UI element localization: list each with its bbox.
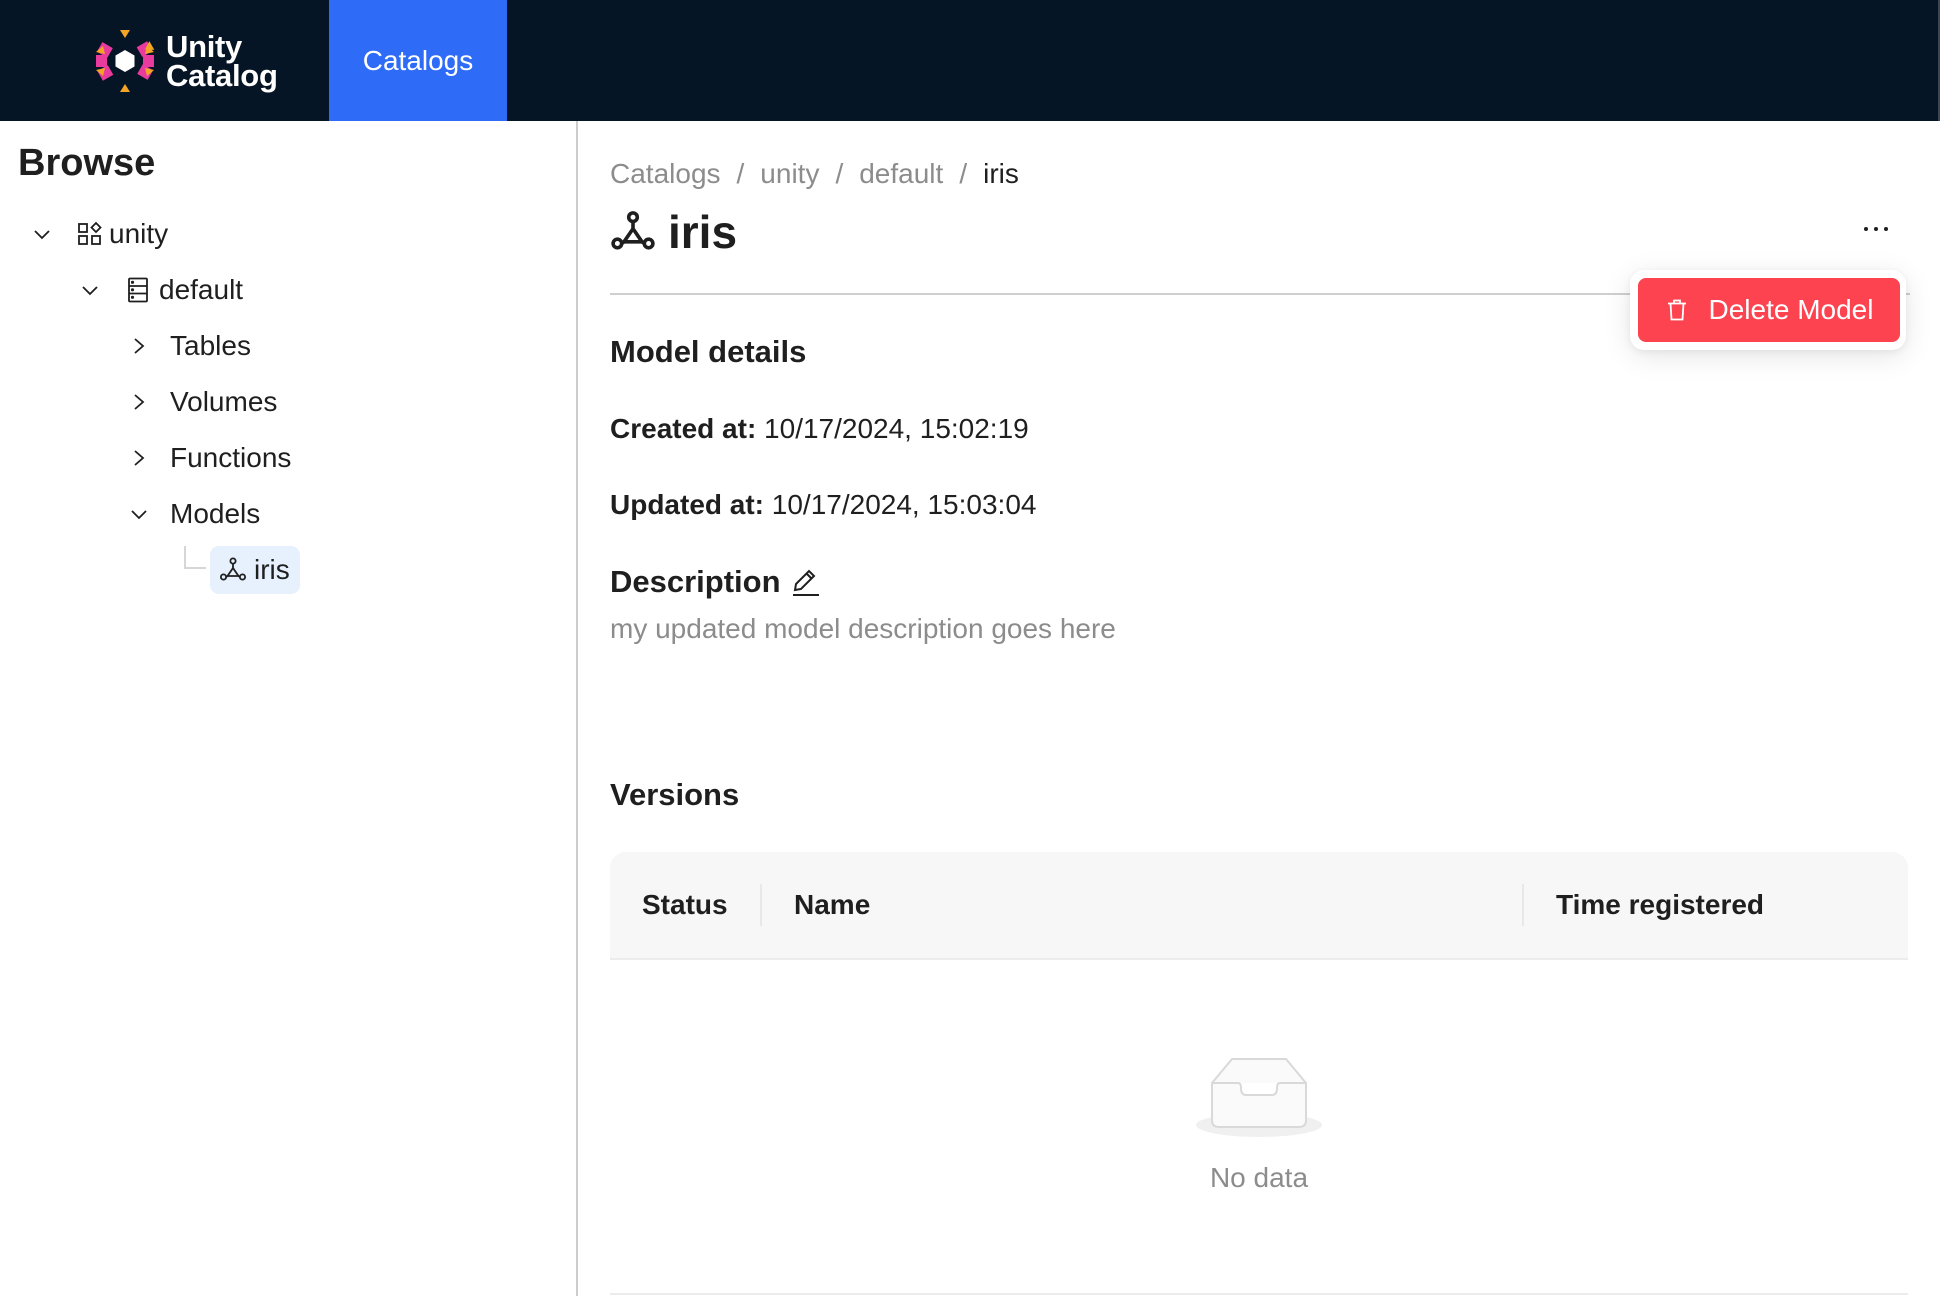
more-options-menu: Delete Model <box>1630 270 1906 350</box>
column-separator <box>760 884 762 926</box>
versions-heading: Versions <box>610 777 740 812</box>
chevron-right-icon[interactable] <box>128 335 150 357</box>
trash-icon <box>1667 299 1686 321</box>
ellipsis-dot <box>1874 227 1878 231</box>
tree-item-label: Volumes <box>170 386 278 417</box>
tree-item-label: unity <box>109 218 169 249</box>
breadcrumb-separator: / <box>736 158 745 189</box>
column-header-status[interactable]: Status <box>642 852 728 958</box>
ellipsis-icon <box>1864 227 1868 231</box>
pencil-icon[interactable] <box>791 566 821 598</box>
brand-name: Unity Catalog <box>166 29 278 93</box>
created-at-value: 10/17/2024, 15:02:19 <box>764 413 1029 444</box>
tree-item-models[interactable]: Models <box>128 494 260 534</box>
breadcrumb-current: iris <box>983 158 1019 189</box>
sidebar-title: Browse <box>18 142 156 184</box>
top-navigation-bar: Unity Catalog Catalogs <box>0 0 1940 121</box>
ellipsis-dot <box>1884 227 1888 231</box>
tree-item-label: Models <box>170 498 261 529</box>
breadcrumb-separator: / <box>835 158 844 189</box>
brand-line-1: Unity <box>166 29 243 64</box>
brand-line-2: Catalog <box>166 58 278 93</box>
sidebar-resize-handle[interactable] <box>576 121 578 1296</box>
tree-item-catalog-unity[interactable]: unity <box>31 214 168 254</box>
catalog-icon <box>77 221 103 247</box>
delete-model-label: Delete Model <box>1708 294 1874 325</box>
breadcrumb: Catalogs / unity / default / iris <box>610 158 1019 190</box>
tree-connector-line <box>184 546 206 569</box>
versions-table: Status Name Time registered <box>610 852 1908 960</box>
chevron-down-icon[interactable] <box>79 279 101 301</box>
table-header: Status Name Time registered <box>610 852 1908 960</box>
delete-model-button[interactable]: Delete Model <box>1638 278 1900 342</box>
empty-state: No data <box>610 1050 1908 1200</box>
description-heading-row: Description <box>610 564 821 600</box>
empty-state-text: No data <box>1209 1162 1309 1193</box>
nav-tab-catalogs[interactable]: Catalogs <box>329 0 507 121</box>
tree-item-label: iris <box>254 554 290 585</box>
empty-inbox-icon <box>1196 1058 1322 1137</box>
tree-item-label: Functions <box>170 442 292 473</box>
column-header-time-registered[interactable]: Time registered <box>1556 852 1764 958</box>
breadcrumb-separator: / <box>959 158 968 189</box>
tree-item-schema-default[interactable]: default <box>79 270 243 310</box>
breadcrumb-unity[interactable]: unity <box>760 158 819 190</box>
page-title: iris <box>610 204 737 260</box>
tree-item-tables[interactable]: Tables <box>128 326 251 366</box>
updated-at-value: 10/17/2024, 15:03:04 <box>771 489 1037 520</box>
column-separator <box>1522 884 1524 926</box>
description-heading: Description <box>610 564 781 599</box>
updated-at-label: Updated at: <box>610 489 764 520</box>
table-bottom-border <box>610 1293 1908 1295</box>
column-header-name[interactable]: Name <box>794 852 870 958</box>
page-title-text: iris <box>668 206 738 258</box>
tree-item-volumes[interactable]: Volumes <box>128 382 277 422</box>
model-icon <box>220 557 246 581</box>
created-at-row: Created at: 10/17/2024, 15:02:19 <box>610 413 1029 445</box>
chevron-down-icon[interactable] <box>31 223 53 245</box>
tree-item-label: Tables <box>170 330 251 361</box>
breadcrumb-catalogs[interactable]: Catalogs <box>610 158 721 190</box>
created-at-label: Created at: <box>610 413 757 444</box>
tree-item-model-iris[interactable]: iris <box>210 546 300 594</box>
chevron-right-icon[interactable] <box>128 447 150 469</box>
breadcrumb-default[interactable]: default <box>859 158 943 190</box>
chevron-right-icon[interactable] <box>128 391 150 413</box>
chevron-down-icon[interactable] <box>128 503 150 525</box>
model-details-heading: Model details <box>610 334 807 369</box>
description-text: my updated model description goes here <box>610 613 1116 644</box>
tree-item-label: default <box>159 274 244 305</box>
model-icon <box>611 211 655 250</box>
updated-at-row: Updated at: 10/17/2024, 15:03:04 <box>610 489 1036 521</box>
unity-catalog-logo-icon <box>96 30 155 92</box>
schema-icon <box>125 277 151 303</box>
tree-item-functions[interactable]: Functions <box>128 438 291 478</box>
brand-logo[interactable]: Unity Catalog <box>92 28 278 94</box>
more-options-button[interactable] <box>1856 214 1896 244</box>
